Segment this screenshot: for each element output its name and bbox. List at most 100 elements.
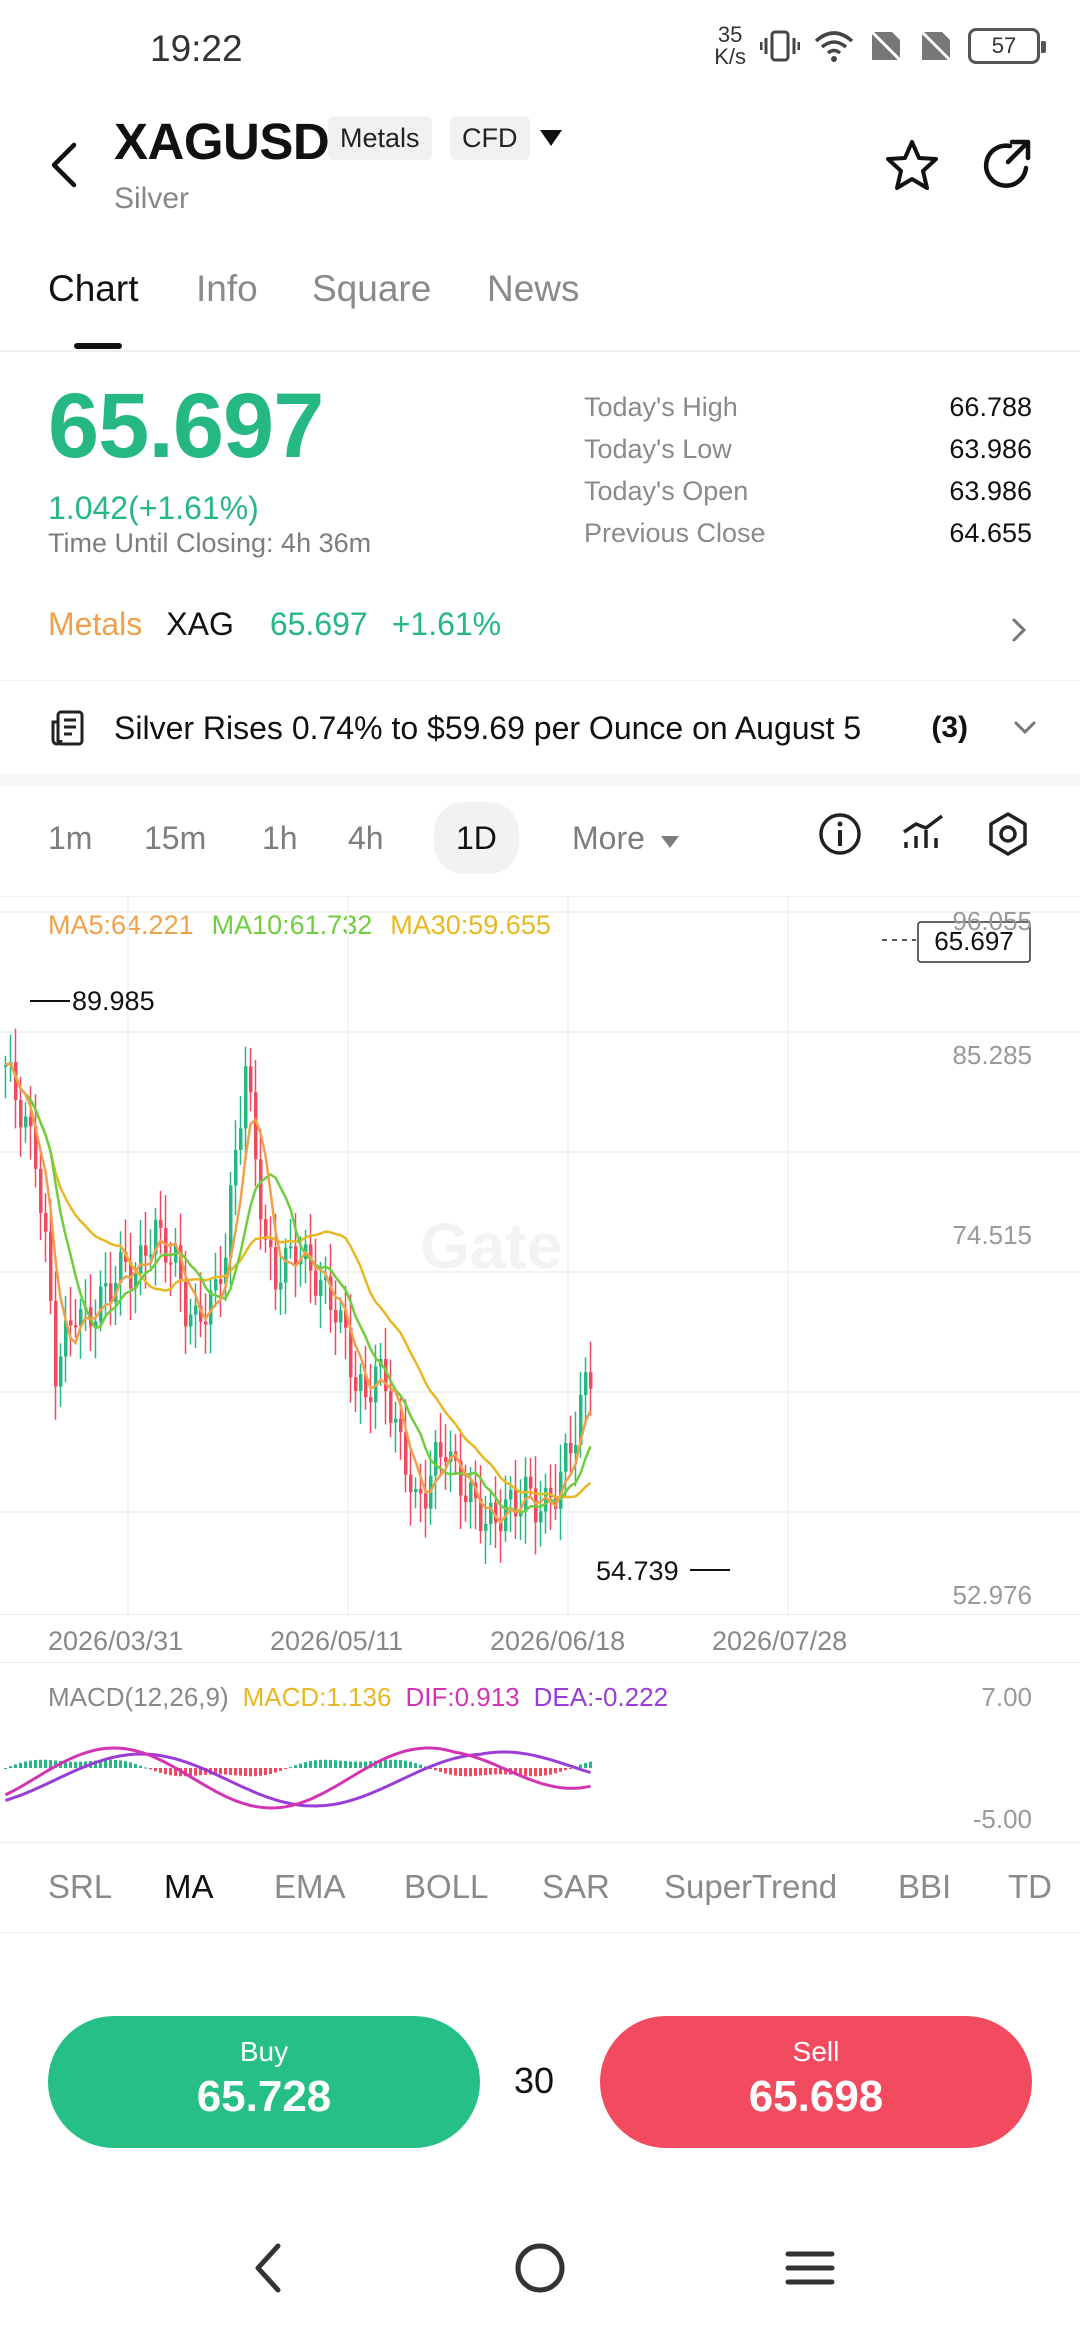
category-tag: Metals [328, 116, 432, 160]
candle-body [104, 1283, 108, 1287]
macd-bar [74, 1761, 77, 1768]
candle-body [424, 1493, 428, 1509]
related-market-row[interactable]: Metals XAG 65.697 +1.61% [48, 606, 501, 643]
info-icon[interactable] [814, 808, 866, 860]
dif-line [4, 1746, 591, 1810]
stat-label-high: Today's High [584, 392, 738, 422]
indicator-boll[interactable]: BOLL [404, 1868, 488, 1906]
timeframe-1m[interactable]: 1m [48, 814, 92, 862]
tab-news[interactable]: News [487, 268, 580, 310]
macd-bar [19, 1762, 22, 1768]
candle-body [269, 1239, 273, 1248]
macd-bar [289, 1767, 292, 1769]
macd-bar [469, 1768, 472, 1777]
star-icon[interactable] [882, 136, 942, 196]
candle-body [509, 1489, 513, 1500]
timeframe-more[interactable]: More [572, 814, 680, 862]
macd-bar [9, 1766, 12, 1768]
symbol-title: XAGUSD [114, 113, 330, 170]
divider [0, 680, 1080, 681]
x-axis-date: 2026/06/18 [490, 1626, 626, 1656]
candle-body [569, 1442, 573, 1454]
macd-bar [529, 1768, 532, 1777]
macd-bar [414, 1763, 417, 1768]
indicator-ema[interactable]: EMA [274, 1868, 346, 1906]
back-arrow-icon[interactable] [40, 135, 90, 195]
candle-body [189, 1314, 193, 1327]
timeframe-15m[interactable]: 15m [144, 814, 206, 862]
candle-body [564, 1442, 568, 1472]
tab-chart[interactable]: Chart [48, 268, 138, 310]
macd-bar [219, 1768, 222, 1775]
indicator-icon[interactable] [898, 808, 950, 860]
macd-bar [274, 1768, 277, 1773]
candle-body [74, 1325, 78, 1328]
timeframe-more-label: More [572, 820, 645, 856]
candle-body [409, 1474, 413, 1493]
candle-body [244, 1066, 248, 1129]
macd-bar [294, 1765, 297, 1768]
candle-body [584, 1372, 588, 1395]
macd-bar [544, 1768, 547, 1776]
candle-body [354, 1377, 358, 1391]
candle-body [239, 1128, 243, 1151]
dea-value: DEA:-0.222 [533, 1682, 669, 1712]
settings-icon[interactable] [982, 808, 1034, 860]
net-speed-value: 35 [717, 22, 743, 47]
caret-down-icon[interactable] [538, 128, 564, 148]
nav-home-icon[interactable] [510, 2238, 570, 2298]
divider [0, 1842, 1080, 1843]
divider [0, 1932, 1080, 1933]
indicator-ma[interactable]: MA [164, 1868, 214, 1906]
indicator-bbi[interactable]: BBI [898, 1868, 951, 1906]
macd-bar [344, 1761, 347, 1768]
stat-value-prev-close: 64.655 [949, 518, 1032, 548]
quantity[interactable]: 30 [514, 2060, 554, 2102]
candle-body [274, 1247, 278, 1290]
sim2-off-icon [918, 28, 954, 64]
timeframe-4h[interactable]: 4h [348, 814, 384, 862]
timeframe-1h[interactable]: 1h [262, 814, 298, 862]
sell-button[interactable]: Sell 65.698 [600, 2016, 1032, 2148]
candle-body [204, 1321, 208, 1325]
buy-price: 65.728 [196, 2072, 332, 2121]
macd-bar [404, 1760, 407, 1768]
candle-body [69, 1320, 73, 1326]
candle-body [524, 1476, 528, 1512]
tab-info[interactable]: Info [196, 268, 258, 310]
macd-bar [409, 1761, 412, 1768]
news-count: (3) [931, 711, 968, 744]
macd-bar [384, 1759, 387, 1768]
macd-bar [349, 1761, 352, 1768]
share-icon[interactable] [978, 136, 1038, 196]
last-price: 65.697 [48, 375, 324, 477]
indicator-td[interactable]: TD [1008, 1868, 1052, 1906]
chevron-down-icon[interactable] [1012, 716, 1038, 740]
macd-bar [4, 1768, 7, 1769]
candle-body [39, 1168, 43, 1214]
candle-body [184, 1281, 188, 1327]
candle-body [339, 1310, 343, 1323]
news-row[interactable]: Silver Rises 0.74% to $59.69 per Ounce o… [48, 704, 1038, 752]
macd-params: MACD(12,26,9) [48, 1682, 229, 1712]
candle-body [59, 1356, 63, 1387]
related-price: 65.697 [269, 606, 368, 642]
chevron-right-icon[interactable] [1006, 614, 1030, 646]
indicator-srl[interactable]: SRL [48, 1868, 112, 1906]
nav-back-icon[interactable] [240, 2238, 300, 2298]
news-icon [51, 710, 84, 746]
macd-bar [479, 1768, 482, 1776]
sell-label: Sell [792, 2036, 840, 2067]
indicator-supertrend[interactable]: SuperTrend [664, 1868, 837, 1906]
buy-button[interactable]: Buy 65.728 [48, 2016, 480, 2148]
candle-body [319, 1280, 323, 1296]
y-axis-label: 96.055 [952, 906, 1032, 936]
timeframe-1d[interactable]: 1D [434, 802, 519, 874]
y-axis-label: 85.285 [952, 1040, 1032, 1070]
candlestick-chart[interactable]: Gate 89.985 54.739 65.697 [0, 896, 1080, 1616]
x-axis-date: 2026/07/28 [712, 1626, 848, 1656]
tab-square[interactable]: Square [312, 268, 431, 310]
nav-menu-icon[interactable] [780, 2238, 840, 2298]
indicator-sar[interactable]: SAR [542, 1868, 610, 1906]
macd-bar [559, 1768, 562, 1772]
